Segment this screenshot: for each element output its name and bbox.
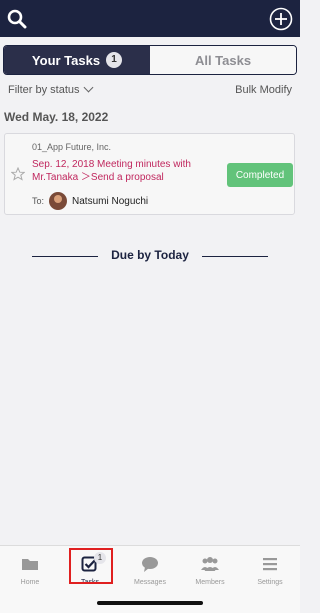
highlight-box xyxy=(69,548,113,584)
task-company: 01_App Future, Inc. xyxy=(32,142,112,152)
tab-all-tasks-label: All Tasks xyxy=(194,52,252,68)
chat-bubble-icon xyxy=(142,557,158,572)
bulk-modify-button[interactable]: Bulk Modify xyxy=(235,84,292,96)
home-indicator xyxy=(97,601,203,605)
date-header: Wed May. 18, 2022 xyxy=(4,110,109,124)
tab-your-tasks-label: Your Tasks xyxy=(31,52,101,68)
to-label: To: xyxy=(32,196,45,206)
avatar xyxy=(49,192,68,210)
nav-members-label: Members xyxy=(195,579,225,586)
folder-icon xyxy=(22,559,38,570)
nav-home-label: Home xyxy=(20,579,40,586)
due-by-today-section: Due by Today xyxy=(32,248,268,264)
completed-status-button[interactable]: Completed xyxy=(227,163,293,187)
filter-bar: Filter by status Bulk Modify xyxy=(8,82,292,98)
filter-by-status-label: Filter by status xyxy=(8,84,80,96)
task-card[interactable]: 01_App Future, Inc. Sep. 12, 2018 Meetin… xyxy=(4,133,295,215)
nav-home[interactable]: Home xyxy=(0,554,60,594)
chevron-down-icon xyxy=(83,82,93,93)
task-assignee: To: Natsumi Noguchi xyxy=(32,192,148,210)
search-icon[interactable] xyxy=(7,9,27,29)
section-title: Due by Today xyxy=(111,248,189,262)
star-icon[interactable] xyxy=(11,167,25,181)
divider xyxy=(202,256,268,257)
top-bar xyxy=(0,0,300,37)
nav-members[interactable]: Members xyxy=(180,554,240,594)
assignee-name: Natsumi Noguchi xyxy=(72,195,149,207)
tab-your-tasks[interactable]: Your Tasks 1 xyxy=(4,46,150,74)
filter-by-status-dropdown[interactable]: Filter by status xyxy=(8,82,93,96)
plus-circle-icon[interactable] xyxy=(269,7,293,31)
task-title[interactable]: Sep. 12, 2018 Meeting minutes with Mr.Ta… xyxy=(32,158,222,184)
your-tasks-count-badge: 1 xyxy=(106,52,123,68)
members-icon xyxy=(201,557,219,571)
task-scope-tabs: Your Tasks 1 All Tasks xyxy=(3,45,297,75)
nav-messages-label: Messages xyxy=(134,579,166,586)
nav-settings[interactable]: Settings xyxy=(240,554,300,594)
nav-messages[interactable]: Messages xyxy=(120,554,180,594)
tab-all-tasks[interactable]: All Tasks xyxy=(150,46,296,74)
menu-icon xyxy=(263,558,277,571)
nav-settings-label: Settings xyxy=(257,579,283,586)
